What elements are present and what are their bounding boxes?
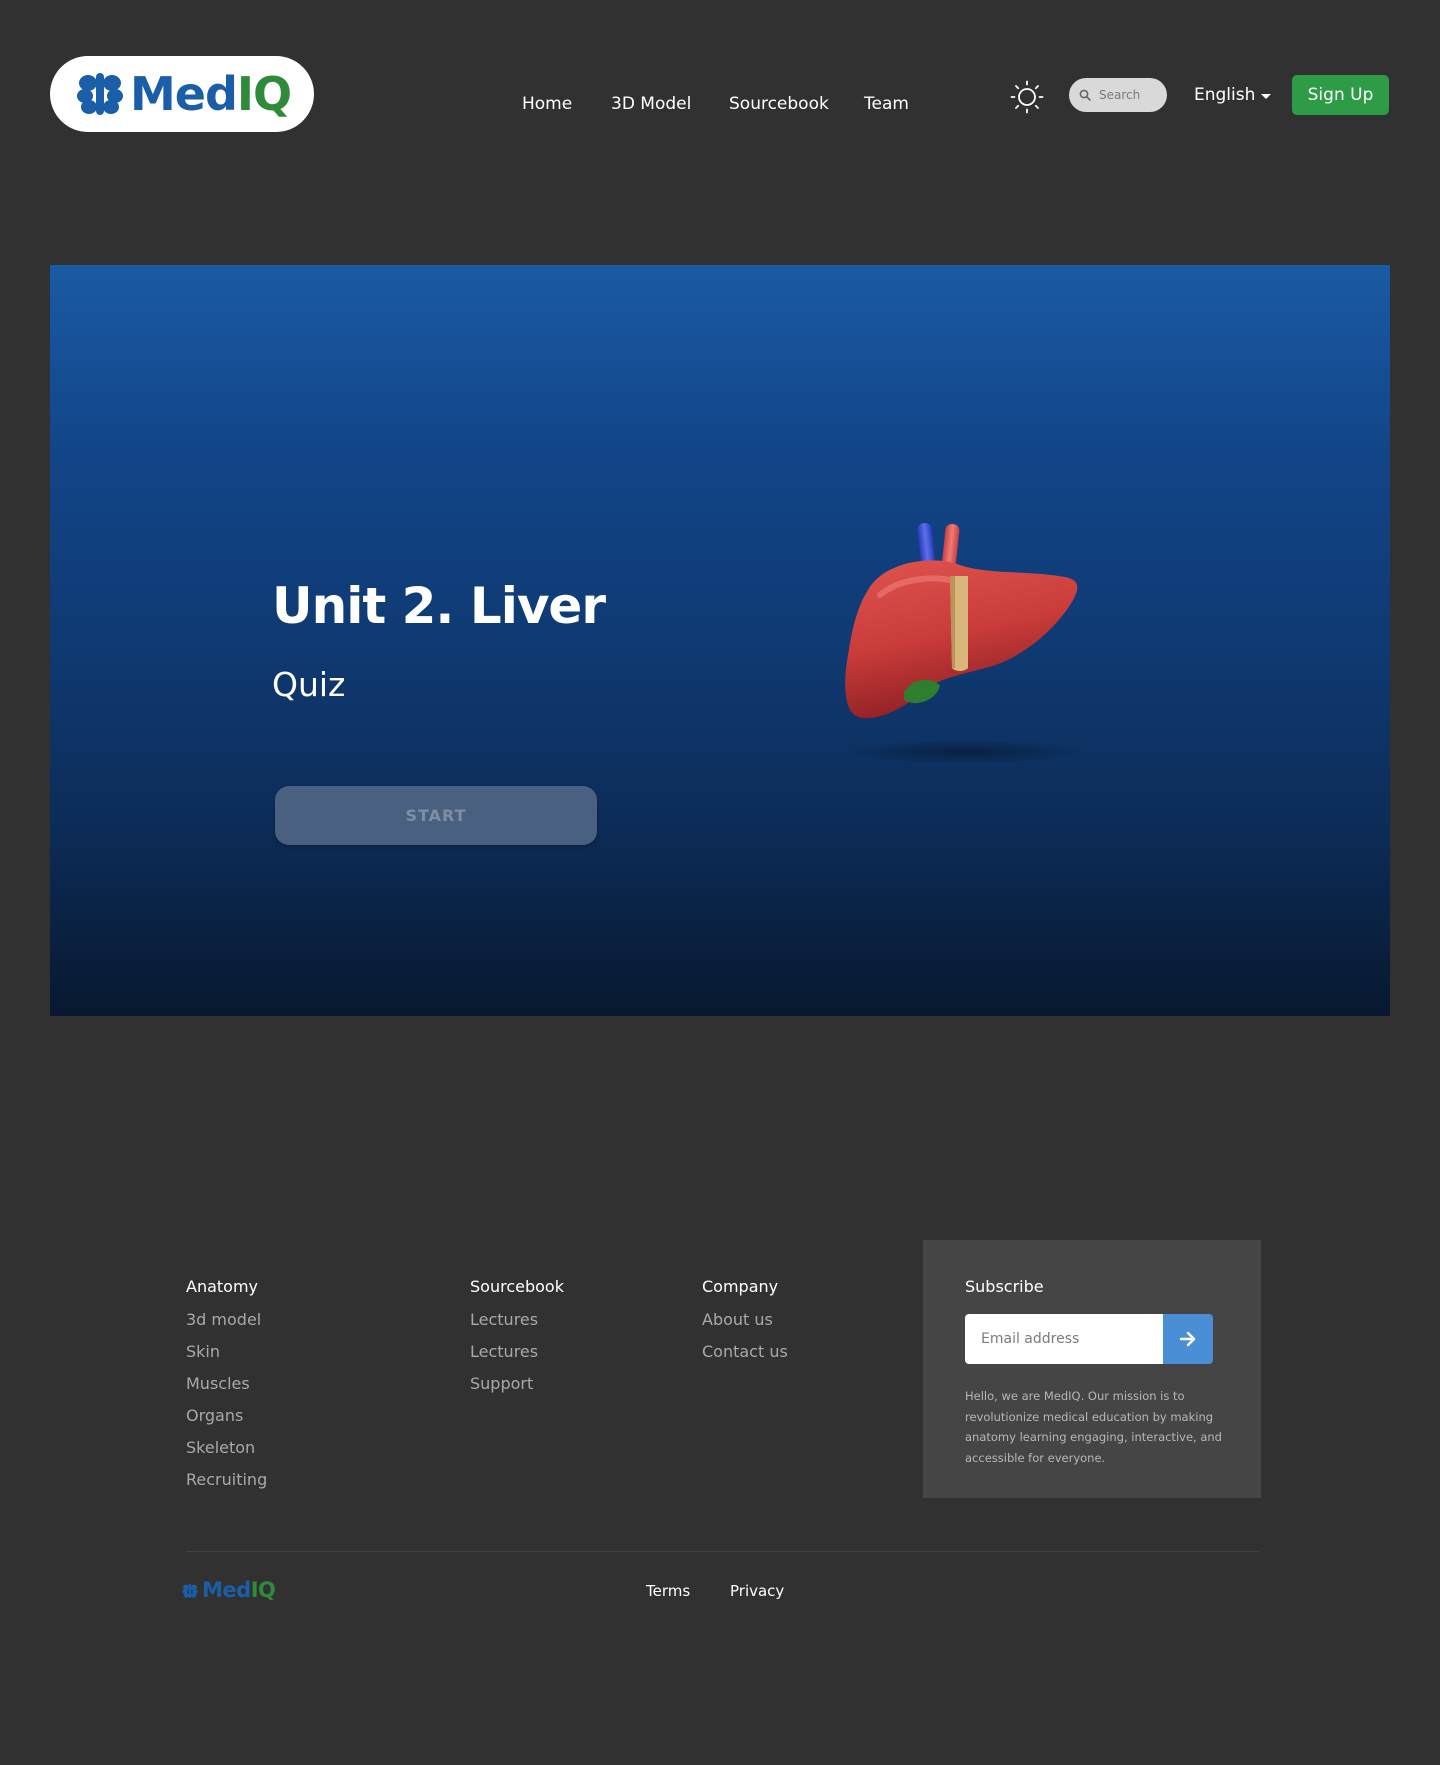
logo-wordmark: MedIQ	[130, 67, 292, 121]
footer-column-title: Company	[702, 1277, 779, 1296]
subscribe-panel: Subscribe Hello, we are MedIQ. Our missi…	[923, 1240, 1261, 1498]
nav-sourcebook[interactable]: Sourcebook	[729, 94, 829, 114]
footer-link-organs[interactable]: Organs	[186, 1406, 267, 1438]
brain-logo-icon	[182, 1583, 198, 1598]
footer-column-title: Anatomy	[186, 1277, 259, 1296]
subscribe-form	[965, 1314, 1213, 1364]
footer-link-about-us[interactable]: About us	[702, 1310, 788, 1342]
logo-home-link[interactable]: MedIQ	[50, 56, 314, 132]
email-field[interactable]	[965, 1314, 1163, 1364]
footer-divider	[186, 1551, 1261, 1552]
site-header: MedIQ Home 3D Model Sourcebook Team Engl…	[0, 0, 1440, 200]
footer-column-company: Company About us Contact us	[702, 1277, 788, 1374]
footer-link-muscles[interactable]: Muscles	[186, 1374, 267, 1406]
footer-link-contact-us[interactable]: Contact us	[702, 1342, 788, 1374]
footer-link-lectures[interactable]: Lectures	[470, 1342, 564, 1374]
subscribe-submit-button[interactable]	[1163, 1314, 1213, 1364]
nav-3d-model[interactable]: 3D Model	[611, 94, 691, 114]
nav-team[interactable]: Team	[864, 94, 909, 114]
nav-home[interactable]: Home	[522, 94, 572, 114]
liver-illustration	[845, 523, 1085, 764]
caret-down-icon	[1261, 93, 1272, 99]
sun-icon[interactable]	[1010, 80, 1044, 114]
hero-subtitle: Quiz	[272, 665, 346, 704]
footer-link-support[interactable]: Support	[470, 1374, 564, 1406]
subscribe-description: Hello, we are MedIQ. Our mission is to r…	[965, 1389, 1222, 1465]
hero-title: Unit 2. Liver	[272, 577, 606, 635]
subscribe-title: Subscribe	[965, 1277, 1044, 1296]
search-icon	[1079, 89, 1091, 101]
footer-link-lectures[interactable]: Lectures	[470, 1310, 564, 1342]
brain-logo-icon	[77, 73, 123, 115]
arrow-right-icon	[1179, 1331, 1196, 1347]
start-quiz-button[interactable]: START	[275, 786, 597, 845]
footer-link-recruiting[interactable]: Recruiting	[186, 1470, 267, 1502]
footer-link-skeleton[interactable]: Skeleton	[186, 1438, 267, 1470]
footer-column-sourcebook: Sourcebook Lectures Lectures Support	[470, 1277, 564, 1406]
signup-button[interactable]: Sign Up	[1292, 75, 1389, 115]
footer-logo-link[interactable]: MedIQ	[182, 1578, 276, 1602]
hero-banner: Unit 2. Liver Quiz START	[50, 265, 1390, 1016]
language-selector[interactable]: English	[1194, 85, 1272, 105]
footer-link-privacy[interactable]: Privacy	[730, 1582, 784, 1600]
footer-link-terms[interactable]: Terms	[646, 1582, 690, 1600]
footer-link-3d-model[interactable]: 3d model	[186, 1310, 267, 1342]
footer-column-title: Sourcebook	[470, 1277, 564, 1296]
search-box	[1069, 78, 1167, 112]
footer-column-anatomy: Anatomy 3d model Skin Muscles Organs Ske…	[186, 1277, 267, 1502]
search-input[interactable]	[1099, 88, 1163, 102]
footer-link-skin[interactable]: Skin	[186, 1342, 267, 1374]
language-label: English	[1194, 85, 1256, 105]
footer-logo-wordmark: MedIQ	[202, 1578, 276, 1602]
